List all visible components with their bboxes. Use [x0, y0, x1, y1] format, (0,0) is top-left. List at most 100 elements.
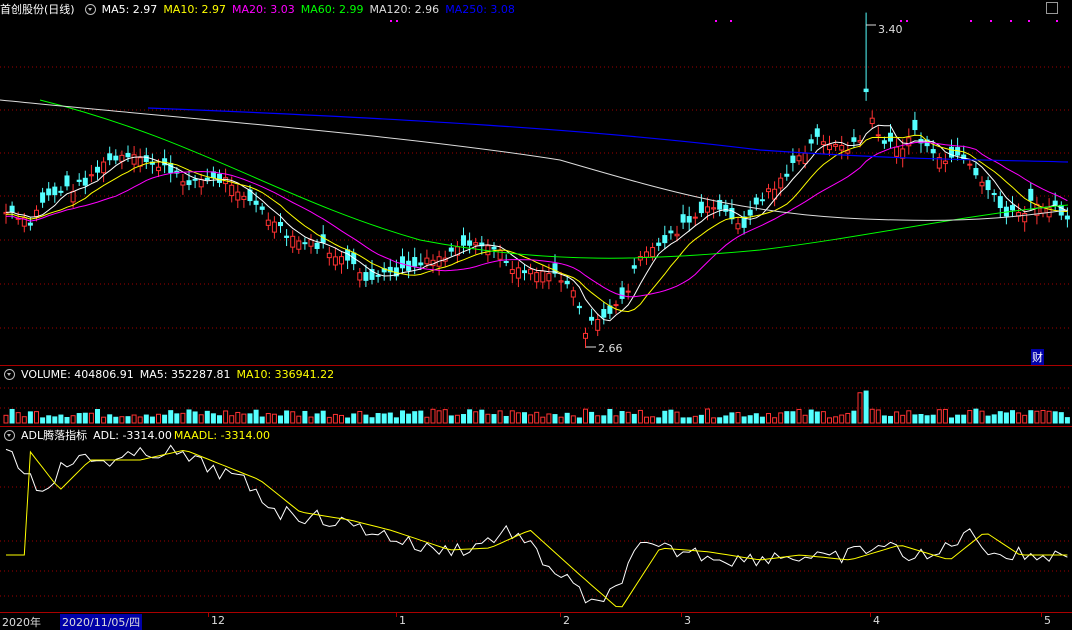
- candle-body: [180, 181, 186, 186]
- volume-bar: [900, 414, 906, 424]
- volume-bar: [570, 415, 576, 424]
- adl-dropdown-icon[interactable]: [4, 429, 15, 441]
- candle-body: [217, 173, 222, 183]
- volume-bar: [875, 409, 881, 424]
- candle-body: [845, 150, 851, 154]
- candle-body: [186, 180, 192, 186]
- volume-bar: [955, 414, 961, 424]
- volume-bar: [180, 412, 186, 424]
- candle-body: [70, 191, 76, 203]
- axis-tick: [1041, 613, 1042, 617]
- candle-body: [52, 186, 58, 196]
- volume-dropdown-icon[interactable]: [4, 368, 15, 380]
- volume-bar: [509, 410, 515, 424]
- candle-body: [9, 205, 15, 213]
- candle-body: [515, 267, 521, 279]
- volume-bar: [949, 417, 954, 424]
- volume-bar: [711, 417, 717, 424]
- candle-body: [473, 242, 479, 246]
- volume-bar: [3, 414, 9, 424]
- volume-bar: [991, 414, 997, 424]
- candle-body: [357, 272, 363, 281]
- volume-bar: [894, 411, 900, 424]
- volume-bar: [540, 416, 546, 424]
- volume-bar: [528, 414, 534, 424]
- candle-body: [558, 280, 564, 283]
- volume-bar: [692, 415, 698, 424]
- candle-body: [540, 270, 546, 283]
- signal-dot: [715, 20, 717, 22]
- volume-bar: [192, 411, 198, 424]
- volume-bar: [418, 410, 424, 424]
- axis-tick: [208, 613, 209, 617]
- volume-bar: [82, 412, 88, 424]
- volume-bar: [839, 414, 845, 424]
- volume-bar: [881, 415, 887, 424]
- candle-body: [418, 262, 424, 266]
- candle-body: [424, 257, 430, 265]
- volume-bar: [278, 415, 283, 424]
- volume-bar: [936, 409, 942, 424]
- candle-body: [76, 179, 82, 182]
- signal-dot: [970, 20, 972, 22]
- volume-bar: [143, 414, 149, 424]
- volume-bar: [613, 415, 619, 424]
- low-price-label: 2.66: [598, 342, 623, 355]
- candle-body: [528, 268, 534, 275]
- volume-bar: [174, 413, 180, 424]
- volume-bar: [1040, 409, 1046, 424]
- adl-line: [5, 444, 1068, 604]
- volume-bar: [326, 416, 332, 424]
- volume-bar: [107, 414, 113, 424]
- volume-bar: [583, 408, 588, 424]
- candle-body: [863, 88, 869, 93]
- volume-bar: [265, 413, 271, 424]
- candle-body: [851, 137, 857, 142]
- volume-bar: [88, 412, 94, 424]
- volume-bar: [259, 416, 265, 424]
- volume-bar: [784, 411, 790, 424]
- volume-bar: [52, 416, 58, 424]
- candle-body: [735, 223, 741, 230]
- volume-bar: [363, 414, 369, 424]
- axis-month-2: 2: [563, 614, 570, 627]
- candle-body: [503, 260, 509, 263]
- ma120-line: [0, 99, 1069, 221]
- kline-chart-svg[interactable]: [0, 0, 1072, 612]
- volume-title: VOLUME: 404806.91: [21, 367, 134, 381]
- candle-body: [973, 168, 979, 176]
- candle-body: [461, 235, 466, 246]
- volume-bar: [223, 410, 229, 424]
- candle-body: [278, 221, 283, 227]
- volume-bar: [387, 412, 393, 424]
- volume-bar: [1046, 410, 1052, 424]
- volume-bar: [156, 413, 161, 424]
- candle-body: [991, 193, 997, 196]
- maadl-line: [6, 449, 1068, 608]
- volume-ma5: MA5: 352287.81: [139, 367, 231, 381]
- volume-bar: [284, 410, 290, 424]
- candle-body: [284, 235, 290, 238]
- volume-bar: [796, 408, 802, 424]
- volume-bar: [686, 417, 692, 424]
- volume-bar: [827, 417, 832, 424]
- candle-body: [637, 256, 643, 261]
- volume-bar: [461, 414, 466, 424]
- volume-bar: [705, 408, 710, 424]
- volume-bar: [406, 413, 412, 424]
- candle-body: [34, 209, 39, 217]
- candle-body: [601, 309, 607, 318]
- volume-bar: [820, 411, 826, 424]
- volume-bar: [662, 410, 668, 424]
- candle-body: [595, 319, 601, 331]
- volume-legend: VOLUME: 404806.91 MA5: 352287.81 MA10: 3…: [0, 367, 340, 381]
- volume-bar: [64, 416, 70, 424]
- ma250-line: [147, 107, 1069, 163]
- volume-bar: [656, 417, 662, 424]
- volume-bar: [217, 415, 222, 424]
- ma5-line: [5, 124, 1068, 322]
- candle-body: [546, 273, 552, 282]
- signal-dot: [1028, 20, 1030, 22]
- finance-badge[interactable]: 财: [1031, 349, 1044, 365]
- candle-body: [204, 177, 210, 181]
